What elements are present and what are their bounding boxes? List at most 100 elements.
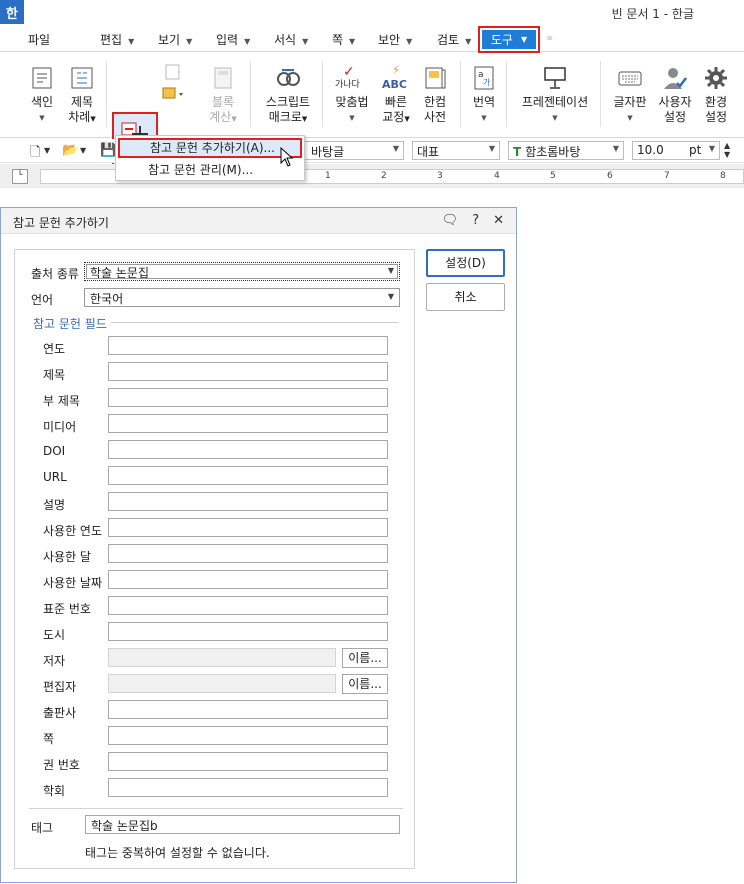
language-select[interactable]: 한국어 ▼ — [84, 288, 400, 307]
open-folder-icon[interactable]: 📂 — [62, 143, 78, 158]
field-label-volume: 권 번호 — [43, 758, 80, 772]
tag-input[interactable]: 학술 논문집b — [85, 815, 400, 834]
field-label-description: 설명 — [43, 498, 66, 512]
dictionary-icon — [425, 67, 446, 89]
add-reference-dialog: 참고 문헌 추가하기 🗨 ? ✕ 출처 종류 학술 논문집 ▼ 언어 한국어 ▼ 참… — [0, 207, 517, 883]
spellcheck-button[interactable]: ✓ 가나다 맞춤법 ▼ — [332, 53, 372, 135]
ribbon-collapse-icon[interactable]: ⚭ — [545, 32, 563, 46]
chevron-down-icon: ▼ — [39, 114, 45, 122]
font-group-select[interactable]: 대표 ▼ — [412, 141, 500, 160]
quick-correct-button[interactable]: ⚡ ABC 빠른 교정▼ — [378, 53, 414, 135]
help-icon[interactable]: ? — [472, 213, 479, 228]
index-button[interactable]: 색인 ▼ — [26, 53, 58, 135]
script-macro-button[interactable]: 스크립트 매크로▼ — [262, 53, 314, 135]
close-icon[interactable]: ✕ — [493, 213, 504, 228]
chevron-down-icon[interactable]: ▼ — [44, 146, 50, 155]
comment-icon[interactable]: 🗨 — [442, 213, 459, 228]
block-calc-button[interactable]: 블록 계산▼ — [204, 53, 242, 135]
font-size-stepper[interactable]: ▲ ▼ — [724, 141, 730, 159]
publisher-input[interactable] — [108, 700, 388, 719]
chevron-down-icon: ▼ — [481, 114, 487, 122]
field-label-standard-number: 표준 번호 — [43, 602, 91, 616]
chevron-down-icon: ▼ — [465, 37, 472, 46]
index-icon — [32, 67, 52, 89]
menu-bar: 파일 편집 ▼ 보기 ▼ 입력 ▼ 서식 ▼ 쪽 ▼ 보안 ▼ 검토 ▼ — [0, 26, 744, 52]
month-accessed-input[interactable] — [108, 544, 388, 563]
translate-button[interactable]: a가 번역 ▼ — [468, 53, 500, 135]
chevron-down-icon: ▼ — [349, 114, 355, 122]
day-accessed-input[interactable] — [108, 570, 388, 589]
field-label-subtitle: 부 제목 — [43, 394, 80, 408]
chevron-down-icon: ▼ — [387, 292, 394, 301]
pages-input[interactable] — [108, 726, 388, 745]
cite-side-tools[interactable] — [160, 53, 186, 135]
new-document-icon[interactable]: 🗋 — [30, 143, 40, 165]
title-input[interactable] — [108, 362, 388, 381]
dialog-title-bar: 참고 문헌 추가하기 🗨 ? ✕ — [1, 208, 516, 234]
chevron-down-icon: ▼ — [392, 144, 399, 153]
dialog-title: 참고 문헌 추가하기 — [13, 216, 109, 230]
font-size-input[interactable]: 10.0 pt ▼ — [632, 141, 720, 160]
font-name-select[interactable]: T 함초롬바탕 ▼ — [508, 141, 624, 160]
media-input[interactable] — [108, 414, 388, 433]
conference-input[interactable] — [108, 778, 388, 797]
cite-dropdown-menu: 참고 문헌 추가하기(A)... 참고 문헌 관리(M)... — [115, 135, 305, 181]
ok-button[interactable]: 설정(D) — [426, 249, 505, 277]
description-input[interactable] — [108, 492, 388, 511]
menu-view[interactable]: 보기 ▼ — [158, 31, 192, 48]
year-input[interactable] — [108, 336, 388, 355]
quick-correct-icon: ⚡ ABC — [382, 63, 407, 91]
standard-number-input[interactable] — [108, 596, 388, 615]
volume-input[interactable] — [108, 752, 388, 771]
macro-icon — [277, 69, 300, 86]
ribbon-separator — [506, 61, 507, 127]
editor-input — [108, 674, 336, 693]
subtitle-input[interactable] — [108, 388, 388, 407]
section-divider — [111, 322, 399, 323]
author-input — [108, 648, 336, 667]
menu-insert[interactable]: 입력 ▼ — [216, 31, 250, 48]
ribbon-separator — [106, 61, 107, 127]
style-select[interactable]: 바탕글 ▼ — [302, 141, 404, 160]
chevron-down-icon[interactable]: ▼ — [80, 146, 86, 155]
menu-page[interactable]: 쪽 ▼ — [332, 31, 355, 48]
menu-file[interactable]: 파일 — [28, 31, 50, 48]
tab-stop-selector[interactable]: └ — [12, 169, 28, 184]
cancel-button[interactable]: 취소 — [426, 283, 505, 311]
menu-tools[interactable]: 도구 ▼ — [478, 26, 540, 53]
user-settings-button[interactable]: 사용자 설정 — [656, 53, 694, 135]
source-type-select[interactable]: 학술 논문집 ▼ — [84, 262, 400, 281]
chevron-down-icon: ▼ — [406, 37, 413, 46]
field-label-year-accessed: 사용한 연도 — [43, 524, 103, 538]
environment-settings-button[interactable]: 환경 설정 — [700, 53, 732, 135]
menu-security[interactable]: 보안 ▼ — [378, 31, 412, 48]
chevron-down-icon: ▼ — [612, 144, 619, 153]
reference-fields-heading: 참고 문헌 필드 — [33, 317, 107, 331]
city-input[interactable] — [108, 622, 388, 641]
menu-format[interactable]: 서식 ▼ — [274, 31, 308, 48]
hancom-dictionary-button[interactable]: 한컴 사전 — [418, 53, 452, 135]
presentation-button[interactable]: 프레젠테이션 ▼ — [518, 53, 592, 135]
author-name-button[interactable]: 이름... — [342, 648, 388, 668]
add-reference-menu-item[interactable]: 참고 문헌 추가하기(A)... — [118, 138, 302, 158]
menu-edit[interactable]: 편집 ▼ — [100, 31, 134, 48]
doi-input[interactable] — [108, 440, 388, 459]
chevron-down-icon: ▼ — [404, 115, 410, 123]
url-input[interactable] — [108, 466, 388, 485]
footnote-icon — [165, 64, 180, 80]
hwp-logo-icon[interactable]: 한 — [0, 0, 24, 24]
keyboard-icon — [618, 71, 642, 86]
field-label-month-accessed: 사용한 달 — [43, 550, 91, 564]
gear-icon — [705, 67, 727, 89]
year-accessed-input[interactable] — [108, 518, 388, 537]
chevron-down-icon: ▼ — [231, 115, 237, 123]
editor-name-button[interactable]: 이름... — [342, 674, 388, 694]
save-icon[interactable]: 💾 — [100, 143, 116, 158]
keyboard-layout-button[interactable]: 글자판 ▼ — [610, 53, 650, 135]
ribbon-separator — [600, 61, 601, 127]
toc-button[interactable]: 제목 차례▼ — [64, 53, 100, 135]
menu-review[interactable]: 검토 ▼ — [437, 31, 471, 48]
chevron-down-icon: ▼ — [302, 37, 309, 46]
presentation-icon — [544, 67, 566, 89]
manage-references-menu-item[interactable]: 참고 문헌 관리(M)... — [118, 160, 302, 180]
